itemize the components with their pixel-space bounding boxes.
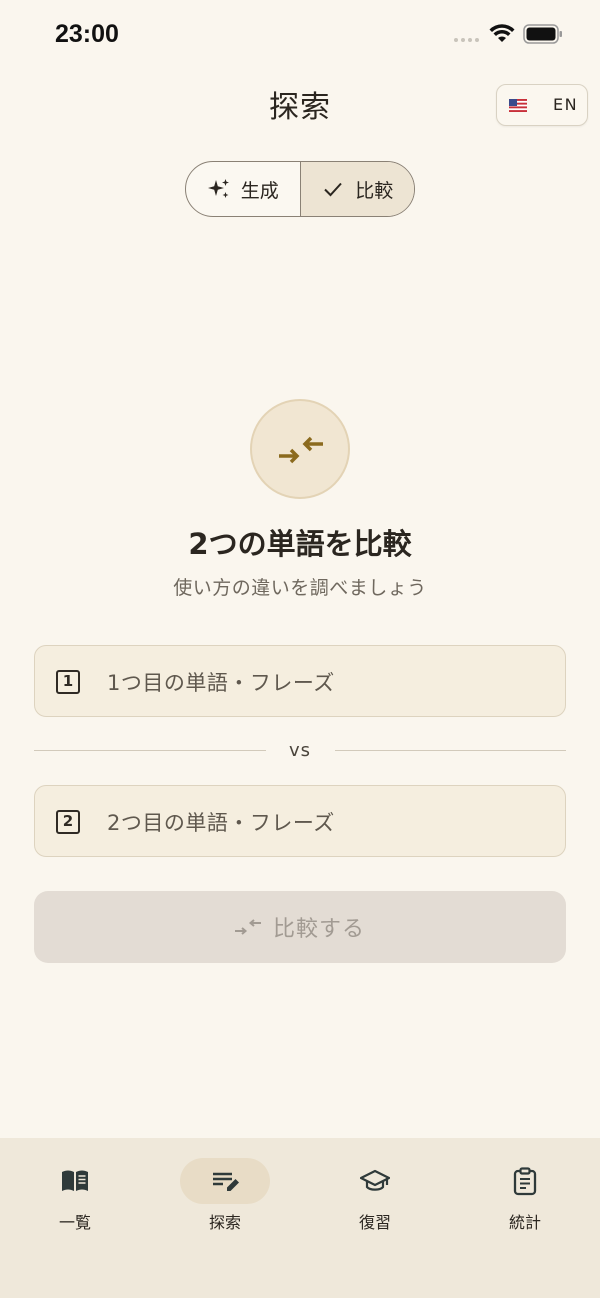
- second-word-input[interactable]: 2 2つ目の単語・フレーズ: [34, 785, 566, 857]
- divider-line-left: [34, 750, 266, 751]
- wifi-icon: [489, 24, 515, 42]
- edit-list-icon: [213, 1172, 239, 1191]
- first-word-placeholder: 1つ目の単語・フレーズ: [107, 671, 335, 695]
- segment-compare-label: 比較: [355, 179, 394, 202]
- status-time: 23:00: [55, 20, 119, 48]
- battery-icon: [523, 24, 562, 44]
- hero-title: 2つの単語を比較: [188, 527, 412, 561]
- book-icon: [62, 1170, 88, 1191]
- tab-stats-label: 統計: [508, 1213, 541, 1232]
- tab-list[interactable]: 一覧: [0, 1138, 150, 1248]
- language-code: EN: [553, 95, 579, 114]
- signal-dots-icon: [454, 38, 479, 42]
- vs-label: vs: [288, 740, 312, 761]
- checkmark-icon: [324, 182, 342, 197]
- tab-list-label: 一覧: [58, 1213, 91, 1232]
- segment-compare[interactable]: 比較: [299, 162, 414, 216]
- compare-icon-circle: [250, 399, 350, 499]
- sparkles-icon: [207, 179, 229, 198]
- status-bar: 23:00: [0, 0, 600, 70]
- tab-explore-label: 探索: [208, 1213, 241, 1232]
- first-word-input[interactable]: 1 1つ目の単語・フレーズ: [34, 645, 566, 717]
- compare-button-label: 比較する: [272, 917, 365, 942]
- second-word-placeholder: 2つ目の単語・フレーズ: [107, 811, 335, 835]
- number-two-icon: 2: [56, 810, 80, 834]
- compare-button[interactable]: 比較する: [34, 891, 566, 963]
- mode-switch: 生成 比較: [185, 161, 415, 217]
- compare-arrows-icon: [279, 436, 323, 464]
- us-flag-icon: [509, 99, 527, 112]
- segment-generate-label: 生成: [240, 179, 279, 202]
- tab-explore[interactable]: 探索: [150, 1138, 300, 1248]
- tab-review[interactable]: 復習: [300, 1138, 450, 1248]
- number-one-icon: 1: [56, 670, 80, 694]
- clipboard-icon: [513, 1167, 537, 1196]
- tab-bar: 一覧 探索 復習 統計: [0, 1138, 600, 1298]
- divider-line-right: [335, 750, 566, 751]
- hero-subtitle: 使い方の違いを調べましょう: [173, 577, 427, 599]
- language-button[interactable]: EN: [496, 84, 588, 126]
- graduation-cap-icon: [360, 1169, 390, 1191]
- tab-stats[interactable]: 統計: [450, 1138, 600, 1248]
- segment-generate[interactable]: 生成: [186, 162, 300, 216]
- tab-review-label: 復習: [358, 1213, 391, 1232]
- compare-arrows-icon: [234, 919, 261, 935]
